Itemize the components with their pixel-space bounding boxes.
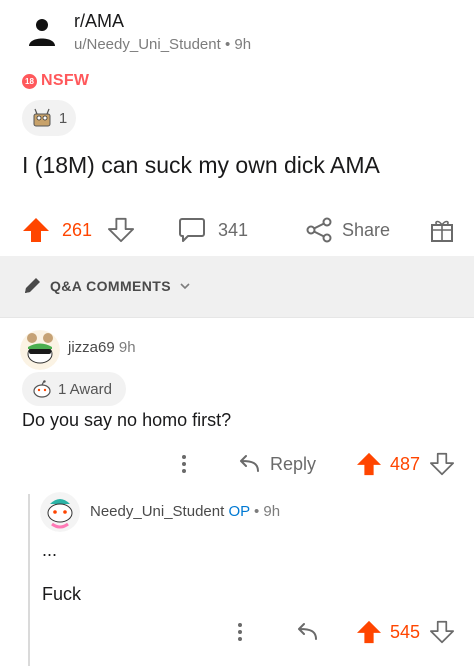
gift-icon: [431, 220, 453, 242]
more-vertical-icon: [238, 623, 242, 641]
post-upvote-button[interactable]: [22, 208, 50, 252]
chevron-down-icon: [180, 283, 190, 290]
comment-reply-button[interactable]: Reply: [236, 442, 316, 486]
reply-arrow-icon: [298, 623, 317, 640]
more-vertical-icon: [182, 455, 186, 473]
comment-avatar[interactable]: [20, 330, 60, 370]
post-award-button[interactable]: [430, 208, 454, 252]
user-icon[interactable]: [28, 17, 56, 47]
comment-score: 487: [390, 453, 421, 474]
comment-reply-label: Reply: [270, 453, 317, 474]
comment-time: 9h: [118, 339, 136, 356]
nsfw-tag: 18 NSFW: [22, 72, 89, 90]
upvote-arrow-icon: [357, 452, 381, 476]
thread-indent-line[interactable]: [28, 494, 30, 666]
upvote-arrow-icon: [357, 620, 381, 644]
post-downvote-button[interactable]: [108, 208, 134, 252]
snoo-avatar-icon: [20, 330, 60, 370]
post-award-count: 1: [58, 109, 68, 127]
comment-upvote-button[interactable]: [356, 610, 382, 654]
op-badge: OP: [228, 503, 250, 520]
post-header: r/AMA u/Needy_Uni_Student • 9h: [0, 0, 474, 60]
reply-arrow-icon: [240, 455, 259, 472]
post-share-label: Share: [342, 219, 391, 240]
comment-time: • 9h: [249, 503, 281, 520]
nsfw-badge: 18: [22, 73, 37, 89]
post-score: 261: [62, 219, 93, 240]
comment-avatar[interactable]: [40, 492, 80, 532]
comment-bubble-icon: [179, 218, 205, 242]
comment-username[interactable]: jizza69: [68, 339, 115, 356]
award-icon: [33, 380, 51, 398]
comment-upvote-button[interactable]: [356, 442, 382, 486]
comment-body: Do you say no homo first?: [22, 410, 232, 430]
post-share-button[interactable]: Share: [306, 208, 390, 252]
comment-reply-button[interactable]: [294, 610, 320, 654]
comment-downvote-button[interactable]: [430, 442, 454, 486]
qa-comments-sort-bar[interactable]: Q&A COMMENTS: [0, 256, 474, 318]
upvote-arrow-icon: [23, 218, 49, 242]
post-title: I (18M) can suck my own dick AMA: [22, 152, 380, 178]
comment-score: 545: [390, 621, 421, 642]
nsfw-label: NSFW: [41, 72, 90, 89]
downvote-arrow-icon: [430, 452, 454, 476]
post-comments-button[interactable]: 341: [178, 208, 248, 252]
qa-comments-label: Q&A COMMENTS: [50, 278, 171, 294]
comment-body-line-1: ...: [42, 540, 58, 560]
post-award-pill[interactable]: 1: [22, 100, 76, 136]
downvote-arrow-icon: [108, 217, 134, 243]
comment-username[interactable]: Needy_Uni_Student: [90, 503, 224, 520]
downvote-arrow-icon: [430, 620, 454, 644]
share-icon: [306, 217, 332, 243]
comment-downvote-button[interactable]: [430, 610, 454, 654]
post-author-line[interactable]: u/Needy_Uni_Student • 9h: [74, 36, 251, 53]
comment-award-pill[interactable]: 1 Award: [22, 372, 126, 406]
comment-award-label: 1 Award: [58, 380, 112, 398]
post-action-bar: 261 341 Share: [0, 208, 474, 252]
comment-more-button[interactable]: [232, 610, 248, 654]
post-comment-count: 341: [218, 219, 249, 240]
snoo-avatar-icon: [40, 492, 80, 532]
subreddit-name[interactable]: r/AMA: [74, 11, 124, 32]
award-icon: [33, 108, 51, 127]
comment-more-button[interactable]: [176, 442, 192, 486]
pencil-icon: [25, 278, 40, 293]
comment-body-line-2: Fuck: [42, 584, 82, 604]
